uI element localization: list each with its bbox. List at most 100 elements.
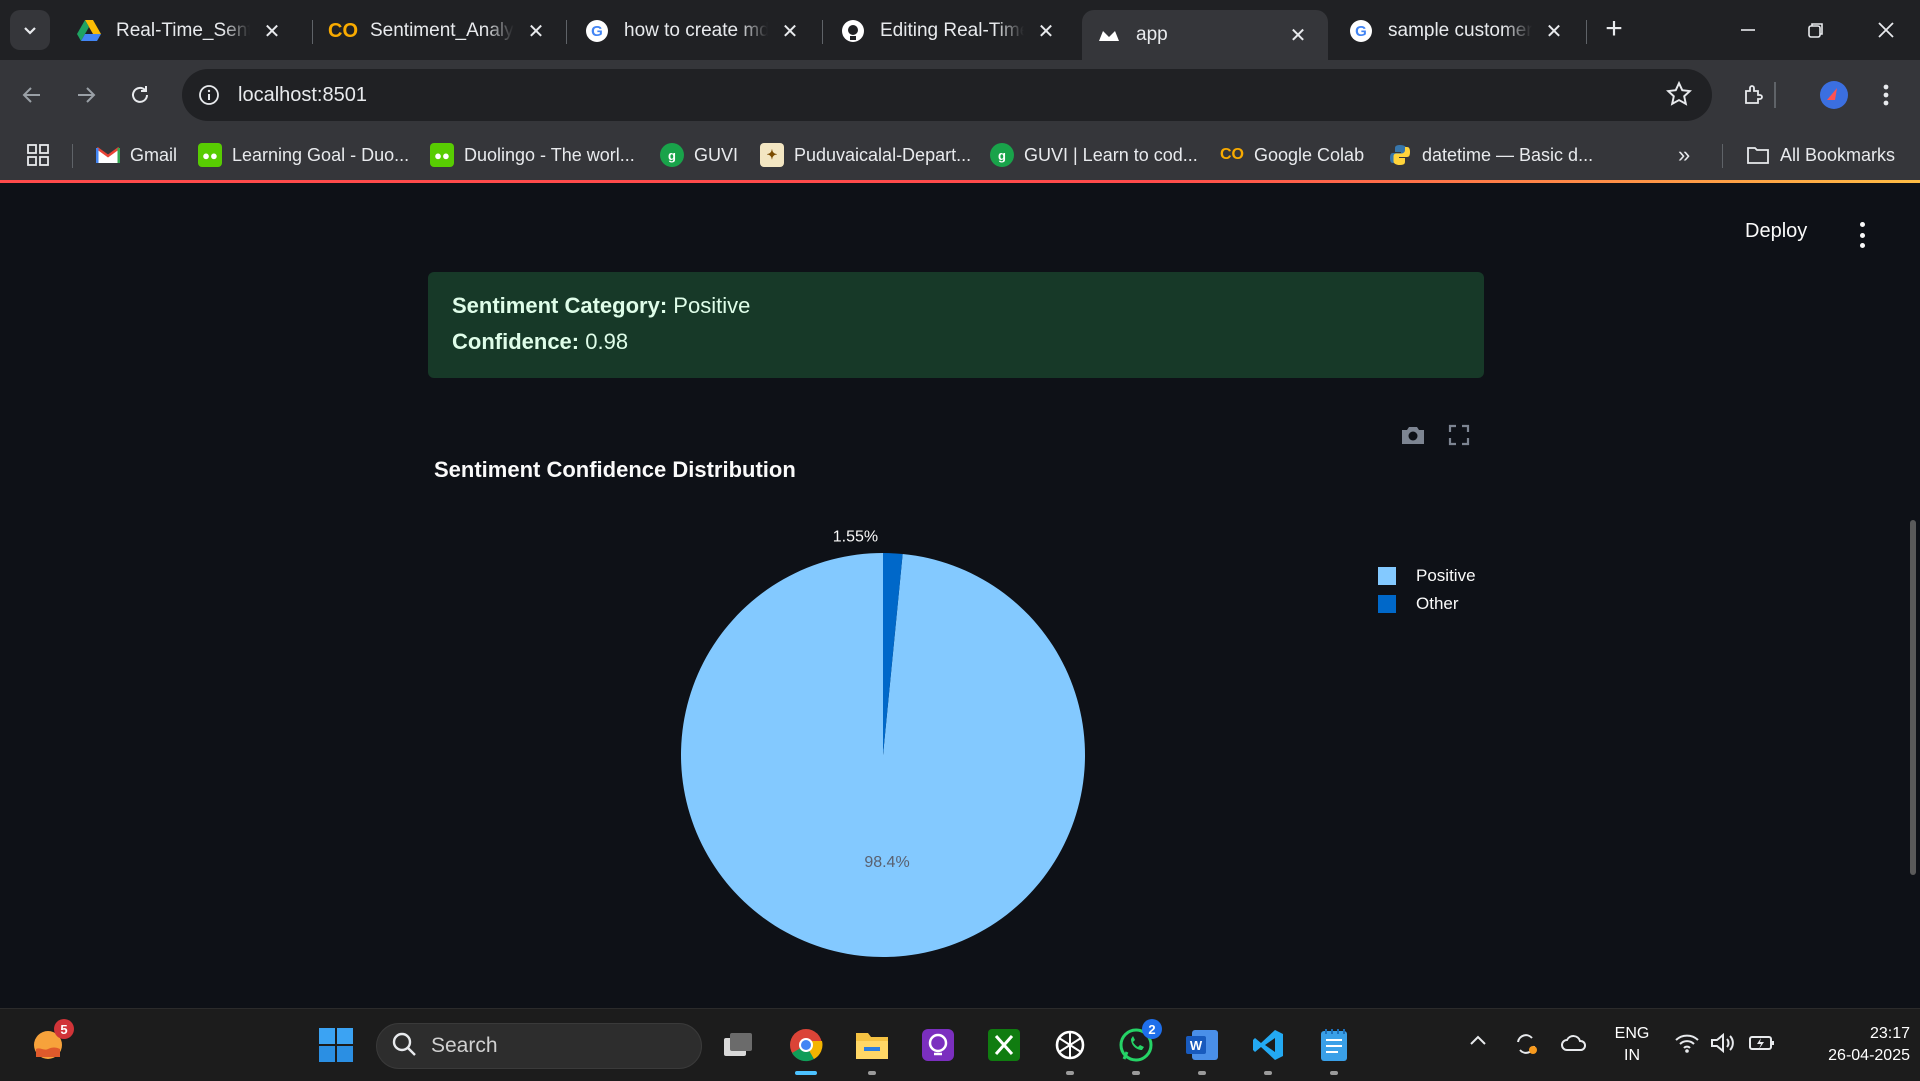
tab-sample-customer-feedback[interactable]: G sample customer feedback ✕: [1334, 10, 1584, 52]
tab-divider: [1586, 20, 1587, 44]
colab-icon: CO: [1220, 146, 1244, 163]
bookmark-star-icon[interactable]: [1665, 80, 1693, 112]
running-indicator: [1264, 1071, 1272, 1075]
taskbar-word[interactable]: W: [1180, 1023, 1224, 1075]
deploy-button[interactable]: Deploy: [1745, 220, 1807, 243]
bookmark-label: Google Colab: [1254, 144, 1365, 165]
taskbar-app-purple[interactable]: [916, 1023, 960, 1067]
chrome-icon: [790, 1029, 823, 1062]
running-indicator: [1066, 1071, 1074, 1075]
tab-sentiment-analysis[interactable]: CO Sentiment_Analysis ✕: [316, 10, 566, 52]
taskbar-chrome[interactable]: [784, 1023, 828, 1075]
guvi-icon: g: [660, 143, 684, 167]
close-icon[interactable]: ✕: [1286, 23, 1310, 47]
bookmark-gmail[interactable]: Gmail: [96, 139, 177, 171]
close-window-button[interactable]: [1866, 14, 1906, 46]
duolingo-icon: ●●: [198, 143, 222, 167]
tab-divider: [566, 20, 567, 44]
extensions-button[interactable]: [1736, 77, 1772, 113]
close-icon[interactable]: ✕: [1034, 19, 1058, 43]
toolbar-divider: [1774, 82, 1776, 108]
task-view-button[interactable]: [716, 1023, 760, 1067]
fullscreen-button[interactable]: [1444, 420, 1474, 450]
confidence-line: Confidence: 0.98: [452, 324, 1460, 360]
windows-taskbar: 5 Search 2 W ENG IN 23:17 26-04-2025: [0, 1008, 1920, 1081]
running-indicator: [1132, 1071, 1140, 1075]
new-tab-button[interactable]: +: [1598, 14, 1630, 46]
search-placeholder: Search: [431, 1034, 498, 1057]
bookmark-label: Puduvaicalal-Depart...: [794, 144, 972, 165]
running-indicator: [868, 1071, 876, 1075]
battery-tray-icon[interactable]: [1748, 1031, 1776, 1060]
profile-avatar[interactable]: [1816, 77, 1852, 113]
avatar-icon: [1820, 81, 1848, 109]
wifi-tray-icon[interactable]: [1674, 1031, 1700, 1060]
arrow-right-icon: [78, 87, 96, 103]
taskbar-file-explorer[interactable]: [850, 1023, 894, 1075]
chrome-menu-button[interactable]: [1868, 77, 1904, 113]
taskbar-xbox[interactable]: [982, 1023, 1026, 1067]
tab-editing-real-time[interactable]: Editing Real-Time- ✕: [826, 10, 1076, 52]
kebab-menu-icon: [1883, 84, 1889, 106]
bookmark-datetime[interactable]: datetime — Basic d...: [1388, 139, 1593, 171]
taskbar-search[interactable]: Search: [376, 1023, 702, 1069]
duolingo-icon: ●●: [430, 143, 454, 167]
bookmark-google-colab[interactable]: CO Google Colab: [1220, 139, 1364, 171]
active-indicator: [795, 1071, 817, 1075]
browser-toolbar: localhost:8501: [0, 60, 1920, 130]
close-icon[interactable]: ✕: [524, 19, 548, 43]
legend-item-positive[interactable]: Positive: [1378, 562, 1476, 590]
address-bar[interactable]: localhost:8501: [182, 69, 1712, 121]
restore-button[interactable]: [1796, 14, 1836, 46]
taskbar-notepad[interactable]: [1312, 1023, 1356, 1075]
windows-logo-icon: [319, 1028, 353, 1062]
google-icon: G: [1348, 18, 1374, 44]
main-menu-button[interactable]: [1852, 222, 1872, 248]
minimize-button[interactable]: [1728, 14, 1768, 46]
bookmark-guvi-learn[interactable]: g GUVI | Learn to cod...: [990, 139, 1198, 171]
taskbar-vscode[interactable]: [1246, 1023, 1290, 1075]
site-info-icon[interactable]: [194, 80, 224, 110]
download-plot-button[interactable]: [1398, 420, 1428, 450]
weather-widget[interactable]: 5: [26, 1019, 74, 1067]
svg-text:G: G: [1355, 23, 1367, 40]
legend-item-other[interactable]: Other: [1378, 590, 1476, 618]
tab-search-button[interactable]: [10, 10, 50, 50]
tab-how-to-create-md[interactable]: G how to create md file ✕: [570, 10, 820, 52]
more-bookmarks-button[interactable]: »: [1678, 139, 1690, 171]
minimize-icon: [1741, 29, 1755, 31]
taskbar-chatgpt[interactable]: [1048, 1023, 1092, 1075]
language-indicator[interactable]: ENG IN: [1610, 1023, 1654, 1067]
legend-swatch: [1378, 567, 1396, 585]
all-bookmarks-button[interactable]: All Bookmarks: [1746, 139, 1895, 171]
google-drive-icon: [76, 18, 102, 44]
bookmark-learning-goal[interactable]: ●● Learning Goal - Duo...: [198, 139, 409, 171]
back-button[interactable]: [14, 77, 50, 113]
bookmarks-bar: Gmail ●● Learning Goal - Duo... ●● Duoli…: [0, 130, 1920, 180]
show-hidden-icons-button[interactable]: [1468, 1033, 1488, 1052]
page-scrollbar[interactable]: [1910, 520, 1916, 875]
bookmark-duolingo[interactable]: ●● Duolingo - The worl...: [430, 139, 635, 171]
tab-real-time-sentiment[interactable]: Real-Time_Sentiment ✕: [62, 10, 302, 52]
bookmark-guvi[interactable]: g GUVI: [660, 139, 738, 171]
bookmark-puduvaicalal[interactable]: ✦ Puduvaicalal-Depart...: [760, 139, 971, 171]
taskbar-whatsapp[interactable]: 2: [1114, 1019, 1162, 1075]
forward-button[interactable]: [68, 77, 104, 113]
reload-icon: [132, 86, 148, 103]
colab-icon: CO: [328, 19, 358, 42]
wifi-icon: [1675, 1034, 1699, 1053]
svg-text:W: W: [1190, 1038, 1203, 1053]
streamlit-header-decoration: [0, 180, 1920, 183]
arrow-left-icon: [22, 87, 40, 103]
sync-tray-icon[interactable]: [1512, 1031, 1540, 1062]
reload-button[interactable]: [122, 77, 158, 113]
onedrive-tray-icon[interactable]: [1560, 1033, 1588, 1058]
apps-button[interactable]: [26, 139, 50, 171]
volume-tray-icon[interactable]: [1710, 1031, 1738, 1060]
start-button[interactable]: [314, 1023, 358, 1067]
tab-app[interactable]: app ✕: [1082, 10, 1328, 60]
close-icon[interactable]: ✕: [260, 19, 284, 43]
close-icon[interactable]: ✕: [778, 19, 802, 43]
close-icon[interactable]: ✕: [1542, 19, 1566, 43]
clock[interactable]: 23:17 26-04-2025: [1790, 1023, 1910, 1067]
